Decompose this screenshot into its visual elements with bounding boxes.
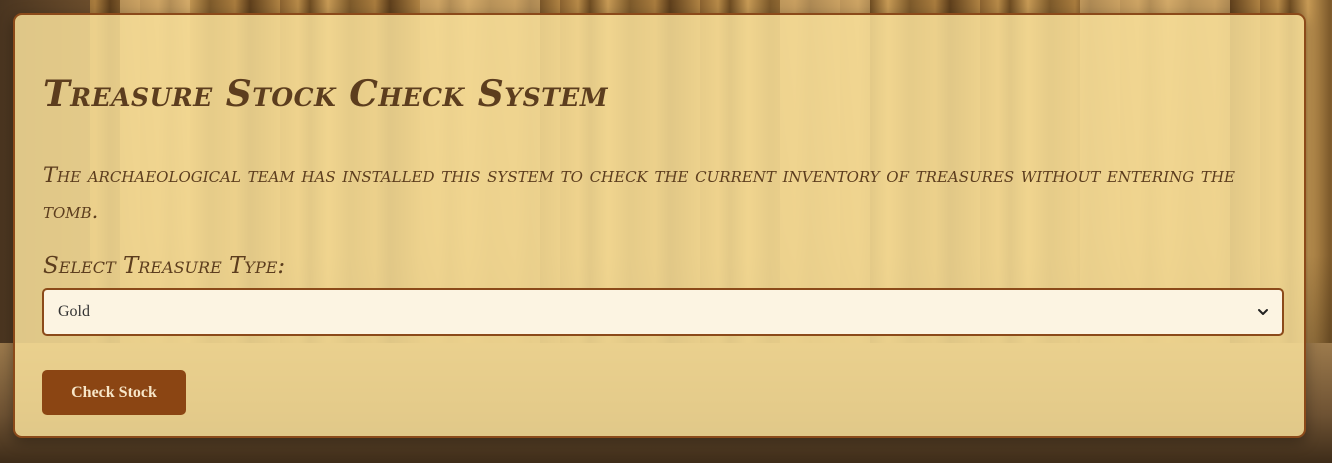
- treasure-type-select[interactable]: Gold: [42, 288, 1284, 336]
- chevron-down-icon: [1258, 309, 1268, 315]
- stock-check-panel: Treasure Stock Check System The archaeol…: [13, 13, 1306, 438]
- treasure-type-selected-value: Gold: [58, 303, 90, 320]
- page-description: The archaeological team has installed th…: [43, 163, 1235, 223]
- check-stock-button[interactable]: Check Stock: [42, 370, 186, 415]
- treasure-type-label: Select Treasure Type:: [43, 253, 286, 279]
- page-title: Treasure Stock Check System: [43, 73, 608, 115]
